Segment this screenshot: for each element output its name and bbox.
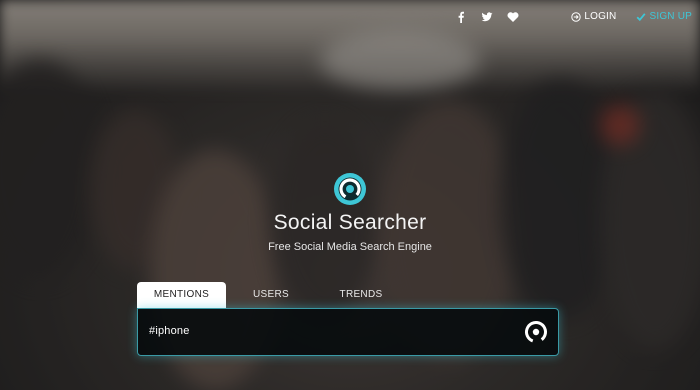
search-button[interactable] — [524, 320, 548, 344]
app-title: Social Searcher — [273, 211, 427, 234]
tab-trends[interactable]: TRENDS — [316, 282, 406, 308]
twitter-icon[interactable] — [480, 10, 494, 24]
search-input[interactable]: #iphone — [149, 325, 190, 337]
logo-icon — [333, 172, 367, 206]
hero: Social Searcher Free Social Media Search… — [0, 172, 700, 253]
auth-links: LOGIN SIGN UP — [571, 10, 692, 24]
login-label: LOGIN — [584, 11, 617, 22]
app-tagline: Free Social Media Search Engine — [268, 241, 432, 253]
search-logo-icon — [525, 321, 547, 343]
tab-mentions[interactable]: MENTIONS — [137, 282, 226, 308]
tab-users[interactable]: USERS — [226, 282, 316, 308]
search-tabs: MENTIONS USERS TRENDS — [137, 282, 406, 308]
signup-label: SIGN UP — [649, 11, 692, 22]
facebook-icon[interactable] — [454, 10, 468, 24]
signup-link[interactable]: SIGN UP — [636, 10, 692, 24]
top-navigation: LOGIN SIGN UP — [0, 10, 700, 26]
search-box[interactable]: #iphone — [137, 308, 559, 356]
check-icon — [637, 13, 646, 22]
login-icon — [571, 12, 582, 22]
login-link[interactable]: LOGIN — [571, 10, 616, 24]
heart-icon[interactable] — [506, 10, 520, 24]
social-links — [454, 10, 520, 24]
